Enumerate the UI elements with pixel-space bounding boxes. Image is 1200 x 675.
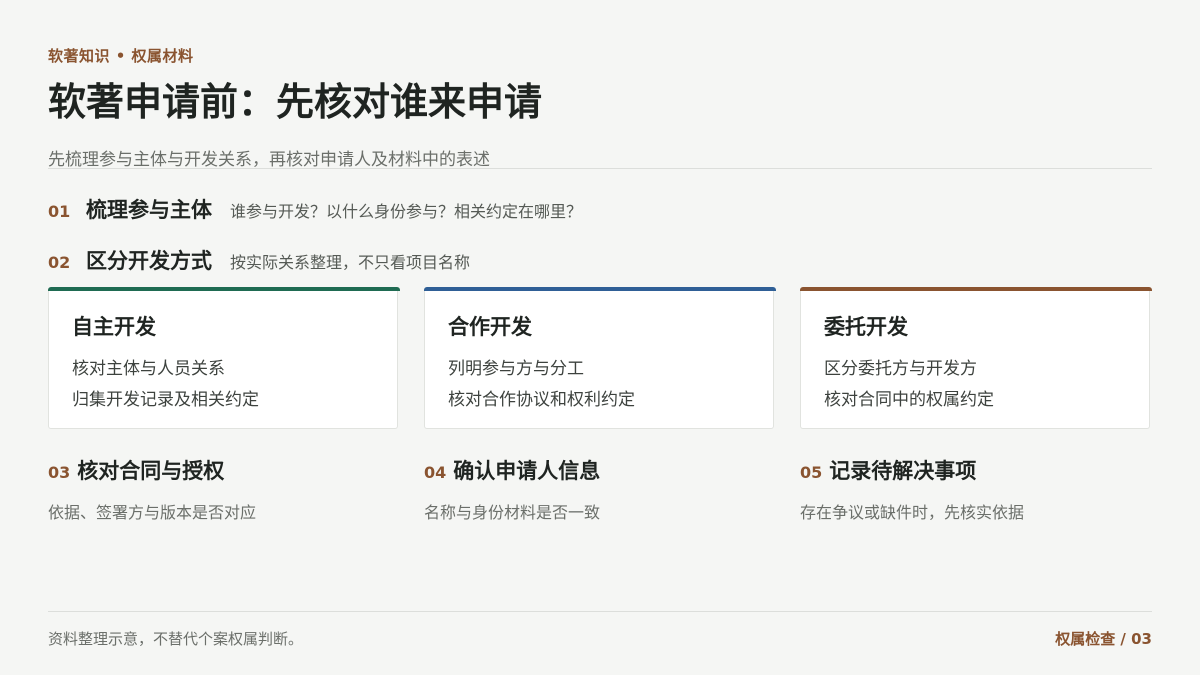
card-line: 核对合同中的权属约定 [824,390,994,410]
page-subtitle: 先梳理参与主体与开发关系，再核对申请人及材料中的表述 [48,150,490,170]
card-joint-development: 合作开发 列明参与方与分工 核对合作协议和权利约定 [424,287,776,429]
check-item-05: 05 记录待解决事项 存在争议或缺件时，先核实依据 [800,455,1024,523]
card-title: 自主开发 [72,315,156,339]
check-item-04: 04 确认申请人信息 名称与身份材料是否一致 [424,455,600,523]
check-number: 05 [800,463,823,482]
check-description: 依据、签署方与版本是否对应 [48,503,257,522]
card-commissioned-development: 委托开发 区分委托方与开发方 核对合同中的权属约定 [800,287,1152,429]
page-title: 软著申请前：先核对谁来申请 [48,80,543,124]
step-description: 按实际关系整理，不只看项目名称 [230,253,471,272]
card-accent-bar [48,287,400,291]
footer-note: 资料整理示意，不替代个案权属判断。 [48,630,304,648]
step-title: 区分开发方式 [86,249,212,273]
card-line: 归集开发记录及相关约定 [72,390,259,410]
card-accent-bar [424,287,776,291]
card-accent-bar [800,287,1152,291]
card-line: 列明参与方与分工 [448,359,584,379]
card-title: 合作开发 [448,315,532,339]
development-mode-cards: 自主开发 核对主体与人员关系 归集开发记录及相关约定 合作开发 列明参与方与分工… [48,287,1152,431]
card-line: 核对主体与人员关系 [72,359,225,379]
step-row-01: 01 梳理参与主体 谁参与开发？以什么身份参与？相关约定在哪里？ [48,194,582,224]
footer-page-label: 权属检查 / 03 [1055,630,1152,648]
card-self-development: 自主开发 核对主体与人员关系 归集开发记录及相关约定 [48,287,400,429]
kicker: 软著知识 • 权属材料 [48,47,194,65]
check-item-03: 03 核对合同与授权 依据、签署方与版本是否对应 [48,455,256,523]
check-description: 存在争议或缺件时，先核实依据 [800,503,1025,522]
slide: 软著知识 • 权属材料 软著申请前：先核对谁来申请 先梳理参与主体与开发关系，再… [48,0,1152,675]
check-title: 确认申请人信息 [453,459,601,483]
divider-bottom [48,611,1152,612]
check-description: 名称与身份材料是否一致 [424,503,601,522]
check-number: 04 [424,463,447,482]
card-line: 区分委托方与开发方 [824,359,977,379]
step-number: 01 [48,202,71,221]
check-number: 03 [48,463,71,482]
check-title: 记录待解决事项 [829,459,977,483]
divider-top [48,168,1152,169]
step-row-02: 02 区分开发方式 按实际关系整理，不只看项目名称 [48,245,470,275]
card-title: 委托开发 [824,315,908,339]
card-line: 核对合作协议和权利约定 [448,390,635,410]
check-title: 核对合同与授权 [77,459,225,483]
step-title: 梳理参与主体 [86,198,212,222]
step-description: 谁参与开发？以什么身份参与？相关约定在哪里？ [230,202,583,221]
step-number: 02 [48,253,71,272]
